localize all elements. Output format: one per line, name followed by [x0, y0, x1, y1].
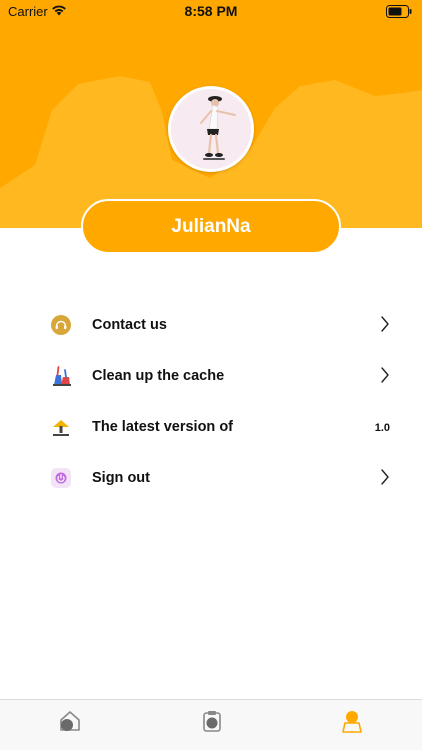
tab-home[interactable] — [57, 708, 83, 734]
chevron-right-icon — [381, 367, 389, 383]
profile-icon — [342, 711, 362, 733]
chevron-right-icon — [381, 316, 389, 332]
clipboard-icon — [203, 711, 221, 732]
menu-item-sign-out[interactable]: Sign out — [0, 453, 422, 504]
settings-menu: Contact us Clean up the cache The latest… — [0, 300, 422, 504]
menu-item-label: Clean up the cache — [92, 368, 225, 384]
menu-item-label: The latest version of — [92, 419, 234, 435]
upload-icon — [50, 416, 72, 438]
menu-item-label: Contact us — [92, 317, 167, 333]
battery-icon — [386, 5, 412, 18]
menu-item-latest-version[interactable]: The latest version of 1.0 — [0, 402, 422, 453]
tab-bar — [0, 699, 422, 750]
menu-item-clean-cache[interactable]: Clean up the cache — [0, 351, 422, 402]
tab-profile[interactable] — [339, 708, 365, 734]
profile-header: Carrier 8:58 PM — [0, 0, 422, 228]
menu-item-label: Sign out — [92, 470, 150, 486]
avatar[interactable] — [168, 86, 254, 172]
tab-clipboard[interactable] — [199, 708, 225, 734]
broom-icon — [50, 365, 72, 387]
home-icon — [60, 711, 80, 731]
menu-item-contact-us[interactable]: Contact us — [0, 300, 422, 351]
version-value: 1.0 — [374, 422, 390, 434]
headset-icon — [50, 314, 72, 336]
avatar-photo — [171, 89, 251, 169]
clock: 8:58 PM — [184, 3, 238, 19]
chevron-right-icon — [381, 469, 389, 485]
status-bar: Carrier 8:58 PM — [0, 0, 422, 24]
username-pill[interactable]: JulianNa — [81, 199, 341, 254]
power-icon — [50, 467, 72, 489]
